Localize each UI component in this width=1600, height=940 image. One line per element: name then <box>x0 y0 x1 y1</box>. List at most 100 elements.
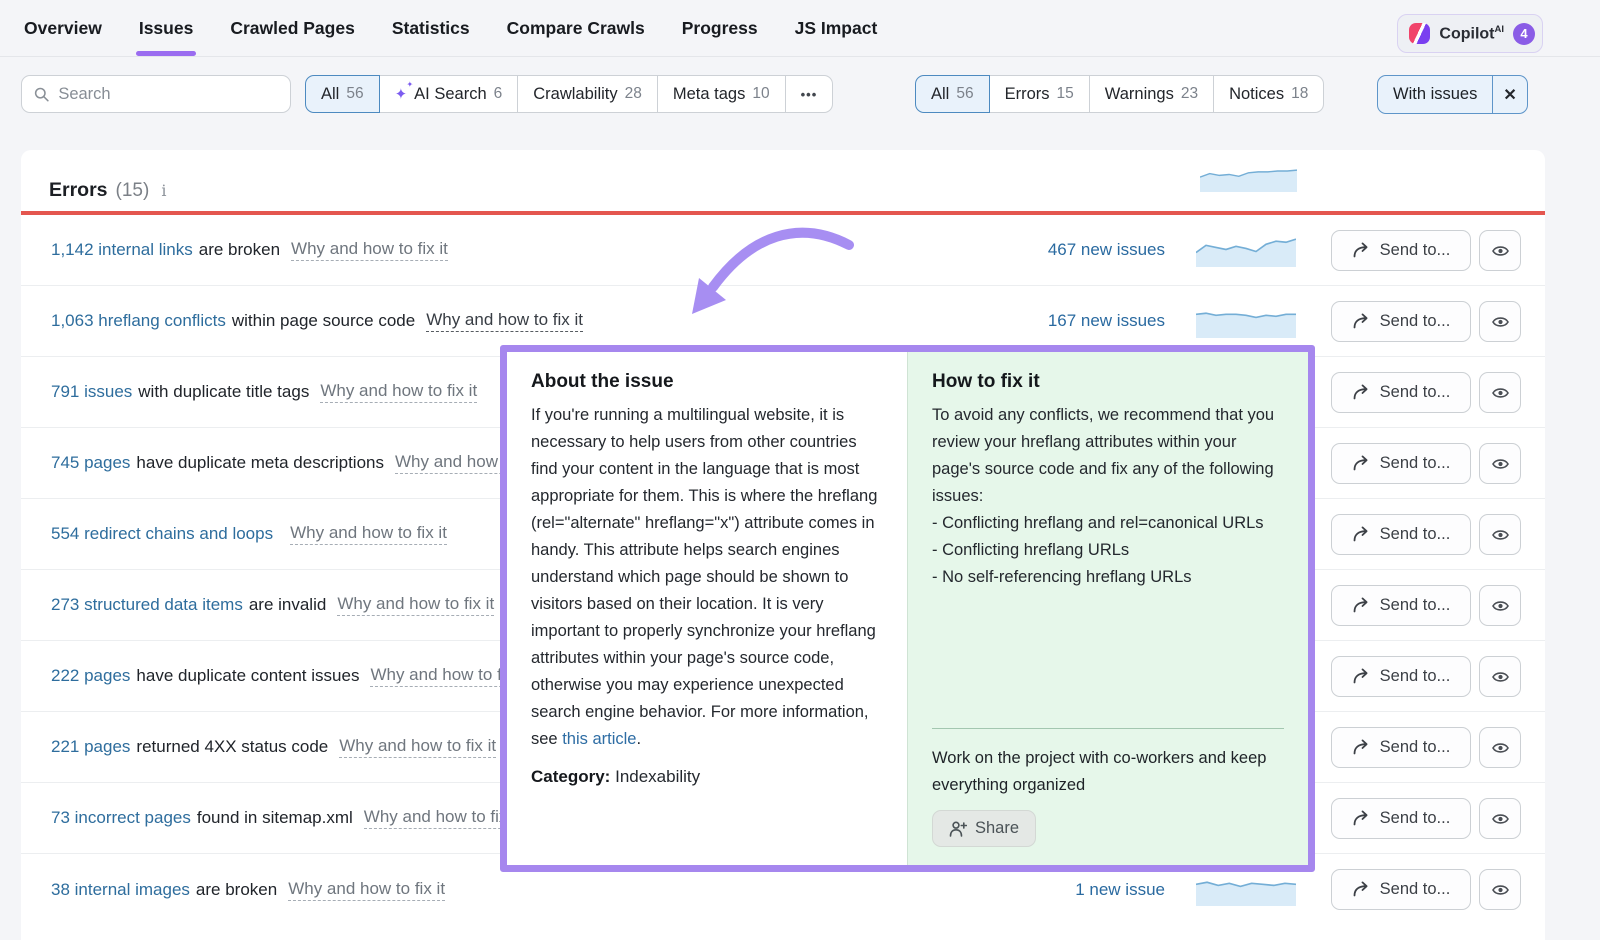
search-icon <box>34 86 49 103</box>
send-to-button[interactable]: Send to... <box>1331 514 1471 555</box>
issue-description: have duplicate content issues <box>136 666 359 686</box>
share-button[interactable]: Share <box>932 810 1036 847</box>
why-how-to-fix-link[interactable]: Why and how to fix it <box>426 310 583 332</box>
why-how-to-fix-link[interactable]: Why and how to fix it <box>291 239 448 261</box>
copilot-button[interactable]: CopilotAI 4 <box>1397 14 1543 53</box>
new-issues-link[interactable]: 1 new issue <box>1075 880 1165 900</box>
issue-details-popup: About the issue If you're running a mult… <box>500 345 1315 872</box>
issue-count-link[interactable]: 1,142 internal links <box>51 240 193 260</box>
nav-item-issues[interactable]: Issues <box>139 0 193 56</box>
issue-count-link[interactable]: 745 pages <box>51 453 130 473</box>
tab-warnings[interactable]: Warnings 23 <box>1089 75 1214 113</box>
tab-meta-tags[interactable]: Meta tags 10 <box>657 75 786 113</box>
forward-arrow-icon <box>1352 384 1371 401</box>
eye-icon <box>1491 668 1510 686</box>
forward-arrow-icon <box>1352 810 1371 827</box>
errors-trend-sparkline <box>1200 164 1297 192</box>
about-body: If you're running a multilingual website… <box>531 406 877 748</box>
info-icon[interactable]: i <box>157 181 166 200</box>
why-how-to-fix-link[interactable]: Why and how to fix it <box>337 594 494 616</box>
nav-item-progress[interactable]: Progress <box>682 0 758 56</box>
with-issues-filter[interactable]: With issues ✕ <box>1377 75 1528 114</box>
forward-arrow-icon <box>1352 597 1371 614</box>
eye-icon <box>1491 455 1510 473</box>
why-how-to-fix-link[interactable]: Why and how to fix it <box>288 879 445 901</box>
eye-icon <box>1491 384 1510 402</box>
send-to-button[interactable]: Send to... <box>1331 585 1471 626</box>
nav-item-statistics[interactable]: Statistics <box>392 0 470 56</box>
more-categories-button[interactable]: ••• <box>785 75 834 113</box>
category-filter-group: All 56 ✦✦ AI Search 6 Crawlability 28 Me… <box>305 75 833 113</box>
send-to-button[interactable]: Send to... <box>1331 656 1471 697</box>
fix-intro: To avoid any conflicts, we recommend tha… <box>932 402 1284 510</box>
issue-count-link[interactable]: 554 redirect chains and loops <box>51 524 273 544</box>
forward-arrow-icon <box>1352 526 1371 543</box>
issue-count-link[interactable]: 73 incorrect pages <box>51 808 191 828</box>
tab-all-severity[interactable]: All 56 <box>915 75 990 113</box>
issue-count-link[interactable]: 38 internal images <box>51 880 190 900</box>
tab-ai-search[interactable]: ✦✦ AI Search 6 <box>379 75 519 113</box>
send-to-button[interactable]: Send to... <box>1331 443 1471 484</box>
active-tab-indicator <box>136 51 196 56</box>
forward-arrow-icon <box>1352 455 1371 472</box>
send-to-button[interactable]: Send to... <box>1331 301 1471 342</box>
new-issues-link[interactable]: 467 new issues <box>1048 240 1165 260</box>
issue-trend-sparkline <box>1196 873 1296 906</box>
search-box[interactable] <box>21 75 291 113</box>
issue-description: returned 4XX status code <box>136 737 328 757</box>
issue-row: 1,142 internal links are broken Why and … <box>21 215 1545 286</box>
why-how-to-fix-link[interactable]: Why and how to fix it <box>320 381 477 403</box>
hide-issue-button[interactable] <box>1479 798 1521 839</box>
tab-notices[interactable]: Notices 18 <box>1213 75 1324 113</box>
issue-trend-sparkline <box>1196 305 1296 338</box>
issue-count-link[interactable]: 1,063 hreflang conflicts <box>51 311 226 331</box>
filter-bar: All 56 ✦✦ AI Search 6 Crawlability 28 Me… <box>0 57 1600 125</box>
issue-description: found in sitemap.xml <box>197 808 353 828</box>
hide-issue-button[interactable] <box>1479 727 1521 768</box>
nav-item-overview[interactable]: Overview <box>24 0 102 56</box>
tab-errors[interactable]: Errors 15 <box>989 75 1090 113</box>
hide-issue-button[interactable] <box>1479 656 1521 697</box>
search-input[interactable] <box>58 85 278 104</box>
tab-all-categories[interactable]: All 56 <box>305 75 380 113</box>
hide-issue-button[interactable] <box>1479 230 1521 271</box>
issue-description: are invalid <box>249 595 327 615</box>
hide-issue-button[interactable] <box>1479 443 1521 484</box>
why-how-to-fix-link[interactable]: Why and how to fix it <box>364 807 521 829</box>
sparkle-icon: ✦✦ <box>395 87 408 102</box>
nav-item-compare-crawls[interactable]: Compare Crawls <box>507 0 645 56</box>
issue-count-link[interactable]: 791 issues <box>51 382 132 402</box>
hide-issue-button[interactable] <box>1479 514 1521 555</box>
issue-count-link[interactable]: 221 pages <box>51 737 130 757</box>
share-promo-text: Work on the project with co-workers and … <box>932 745 1284 799</box>
issue-count-link[interactable]: 222 pages <box>51 666 130 686</box>
eye-icon <box>1491 810 1510 828</box>
hide-issue-button[interactable] <box>1479 869 1521 910</box>
send-to-button[interactable]: Send to... <box>1331 869 1471 910</box>
send-to-button[interactable]: Send to... <box>1331 372 1471 413</box>
why-how-to-fix-link[interactable]: Why and how to fix it <box>290 523 447 545</box>
how-to-fix-panel: How to fix it To avoid any conflicts, we… <box>907 352 1308 865</box>
issue-count-link[interactable]: 273 structured data items <box>51 595 243 615</box>
close-icon[interactable]: ✕ <box>1492 76 1526 113</box>
errors-header: Errors (15) i <box>21 150 1545 211</box>
nav-item-js-impact[interactable]: JS Impact <box>795 0 878 56</box>
hide-issue-button[interactable] <box>1479 372 1521 413</box>
tab-crawlability[interactable]: Crawlability 28 <box>517 75 658 113</box>
hide-issue-button[interactable] <box>1479 585 1521 626</box>
fix-bullet: - No self-referencing hreflang URLs <box>932 564 1284 591</box>
send-to-button[interactable]: Send to... <box>1331 727 1471 768</box>
send-to-button[interactable]: Send to... <box>1331 798 1471 839</box>
eye-icon <box>1491 313 1510 331</box>
nav-item-crawled-pages[interactable]: Crawled Pages <box>230 0 355 56</box>
eye-icon <box>1491 597 1510 615</box>
send-to-button[interactable]: Send to... <box>1331 230 1471 271</box>
hide-issue-button[interactable] <box>1479 301 1521 342</box>
about-the-issue-panel: About the issue If you're running a mult… <box>507 352 907 865</box>
new-issues-link[interactable]: 167 new issues <box>1048 311 1165 331</box>
this-article-link[interactable]: this article <box>562 730 636 748</box>
eye-icon <box>1491 739 1510 757</box>
issue-description: have duplicate meta descriptions <box>136 453 384 473</box>
why-how-to-fix-link[interactable]: Why and how to fix it <box>339 736 496 758</box>
copilot-badge: 4 <box>1513 23 1535 45</box>
